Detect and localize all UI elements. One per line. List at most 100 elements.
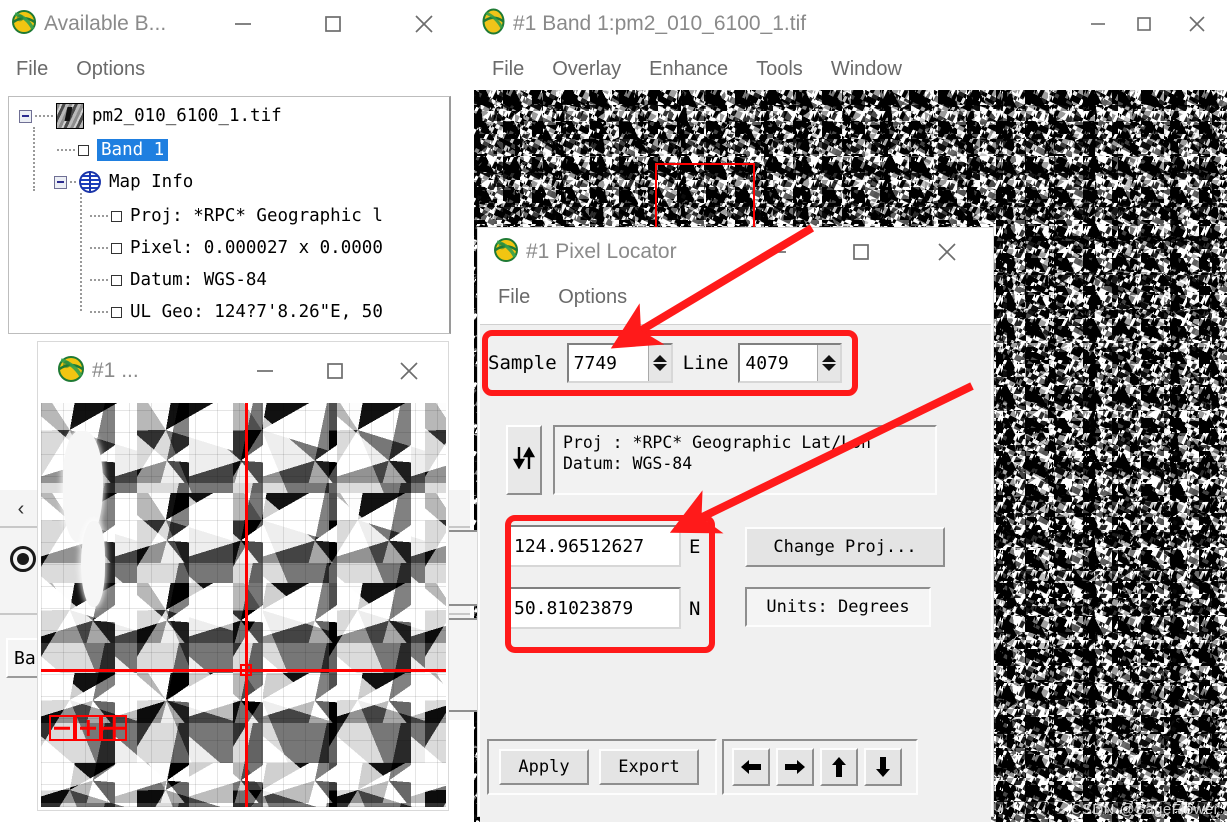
stepper-up-icon[interactable] xyxy=(822,355,837,362)
line-input[interactable]: 4079 xyxy=(738,343,843,383)
nav-down-icon[interactable] xyxy=(864,748,902,786)
close-icon[interactable] xyxy=(370,342,448,400)
latitude-suffix: N xyxy=(689,598,701,620)
stepper-up-icon[interactable] xyxy=(652,355,667,362)
units-readout[interactable]: Units: Degrees xyxy=(745,587,931,627)
line-value: 4079 xyxy=(745,352,789,374)
image-thumbnail-icon xyxy=(56,103,84,129)
globe-icon xyxy=(79,171,101,193)
tree-row[interactable]: Proj: *RPC* Geographic l xyxy=(87,205,383,227)
tree-connector xyxy=(90,215,108,217)
crosshair-vertical xyxy=(245,403,248,807)
tree-row[interactable]: Pixel: 0.000027 x 0.0000 xyxy=(87,237,383,259)
menu-file[interactable]: File xyxy=(2,58,62,81)
menu-window[interactable]: Window xyxy=(817,58,916,81)
tree-item-label: Pixel: 0.000027 x 0.0000 xyxy=(130,238,383,258)
checkbox-icon[interactable] xyxy=(78,144,89,156)
pixel-locator-title: #1 Pixel Locator xyxy=(526,240,677,263)
zoom-window-titlebar[interactable]: #1 ... xyxy=(38,342,448,400)
projection-line: Proj : *RPC* Geographic Lat/Lon xyxy=(563,433,871,452)
tree-connector xyxy=(80,193,82,311)
tree-connector xyxy=(33,127,35,191)
longitude-input[interactable]: 124.96512627 xyxy=(507,525,681,567)
tree-item-label: Proj: *RPC* Geographic l xyxy=(130,206,383,226)
maximize-icon[interactable] xyxy=(288,0,378,48)
tree-row[interactable]: Datum: WGS-84 xyxy=(87,269,267,291)
line-stepper[interactable] xyxy=(817,345,841,381)
pixel-locator-titlebar[interactable]: #1 Pixel Locator xyxy=(478,228,993,276)
expander-minus-icon[interactable] xyxy=(19,109,32,123)
stepper-down-icon[interactable] xyxy=(652,364,667,371)
image-window-menubar: File Overlay Enhance Tools Window xyxy=(470,48,1227,90)
close-icon[interactable] xyxy=(378,0,470,48)
nav-right-icon[interactable] xyxy=(776,748,814,786)
maximize-icon[interactable] xyxy=(1121,0,1167,48)
minimize-icon[interactable] xyxy=(735,228,821,276)
minimize-icon[interactable] xyxy=(230,342,300,400)
zoom-in-icon[interactable] xyxy=(75,715,101,741)
zoom-factor-controls[interactable] xyxy=(49,715,127,741)
zoom-display-canvas[interactable] xyxy=(41,403,446,807)
tree-item-label-selected: Band 1 xyxy=(97,139,169,161)
available-bands-menubar: File Options xyxy=(0,48,470,90)
tree-row[interactable]: UL Geo: 124?7'8.26"E, 50 xyxy=(87,301,383,323)
image-window-titlebar[interactable]: #1 Band 1:pm2_010_6100_1.tif xyxy=(470,0,1227,48)
checkbox-icon[interactable] xyxy=(111,242,122,254)
zoom-out-icon[interactable] xyxy=(49,715,75,741)
maximize-icon[interactable] xyxy=(300,342,370,400)
menu-enhance[interactable]: Enhance xyxy=(635,58,742,81)
longitude-value: 124.96512627 xyxy=(514,535,645,557)
datum-line: Datum: WGS-84 xyxy=(563,453,693,473)
minimize-icon[interactable] xyxy=(1075,0,1121,48)
checkbox-icon[interactable] xyxy=(111,210,122,222)
tree-row[interactable]: pm2_010_6100_1.tif xyxy=(19,103,282,129)
stepper-down-icon[interactable] xyxy=(822,364,837,371)
sample-value: 7749 xyxy=(573,352,617,374)
bright-feature xyxy=(81,521,105,607)
radio-button-icon[interactable] xyxy=(10,546,36,572)
tree-connector xyxy=(90,311,108,313)
collapse-arrow-icon[interactable]: ‹ xyxy=(8,498,34,520)
expander-minus-icon[interactable] xyxy=(54,175,67,189)
line-label: Line xyxy=(682,352,729,374)
menu-options[interactable]: Options xyxy=(62,58,159,81)
projection-swap-button[interactable] xyxy=(506,425,542,495)
tree-row[interactable]: Map Info xyxy=(54,171,193,193)
tree-row[interactable]: Band 1 xyxy=(54,139,169,161)
menu-file[interactable]: File xyxy=(484,286,544,309)
zoom-grid-icon[interactable] xyxy=(101,715,127,741)
pixel-locator-body: Sample 7749 Line 4079 Proj: *RPC* Geogr… xyxy=(480,324,991,822)
available-bands-titlebar[interactable]: Available B... xyxy=(0,0,470,48)
tree-item-label: Datum: WGS-84 xyxy=(130,270,267,290)
change-projection-button[interactable]: Change Proj... xyxy=(745,527,945,567)
tree-connector xyxy=(35,115,53,117)
checkbox-icon[interactable] xyxy=(111,274,122,286)
latitude-input[interactable]: 50.81023879 xyxy=(507,587,681,629)
sample-stepper[interactable] xyxy=(647,345,671,381)
action-button-group: Apply Export xyxy=(487,739,717,795)
close-icon[interactable] xyxy=(1167,0,1227,48)
screenshot-root: #1 Band 1:pm2_010_6100_1.tif File Overla… xyxy=(0,0,1227,822)
zoom-window-title: #1 ... xyxy=(92,359,139,382)
envi-globe-icon xyxy=(492,236,520,269)
sample-input[interactable]: 7749 xyxy=(566,343,673,383)
nav-left-icon[interactable] xyxy=(732,748,770,786)
menu-overlay[interactable]: Overlay xyxy=(538,58,635,81)
image-window-controls xyxy=(1075,0,1227,48)
minimize-icon[interactable] xyxy=(198,0,288,48)
checkbox-icon[interactable] xyxy=(111,306,122,318)
maximize-icon[interactable] xyxy=(821,228,901,276)
tree-connector xyxy=(57,149,75,151)
close-icon[interactable] xyxy=(901,228,993,276)
bands-tree-panel[interactable]: pm2_010_6100_1.tif Band 1 Map Info Proj:… xyxy=(8,96,451,334)
menu-tools[interactable]: Tools xyxy=(742,58,817,81)
longitude-suffix: E xyxy=(689,536,701,558)
menu-options[interactable]: Options xyxy=(544,286,641,309)
menu-file[interactable]: File xyxy=(478,58,538,81)
nav-up-icon[interactable] xyxy=(820,748,858,786)
export-button[interactable]: Export xyxy=(599,749,699,785)
available-bands-window: Available B... File Options pm2_010_6100… xyxy=(0,0,470,334)
tree-connector xyxy=(90,247,108,249)
tree-item-label: Map Info xyxy=(109,172,194,192)
apply-button[interactable]: Apply xyxy=(499,749,589,785)
